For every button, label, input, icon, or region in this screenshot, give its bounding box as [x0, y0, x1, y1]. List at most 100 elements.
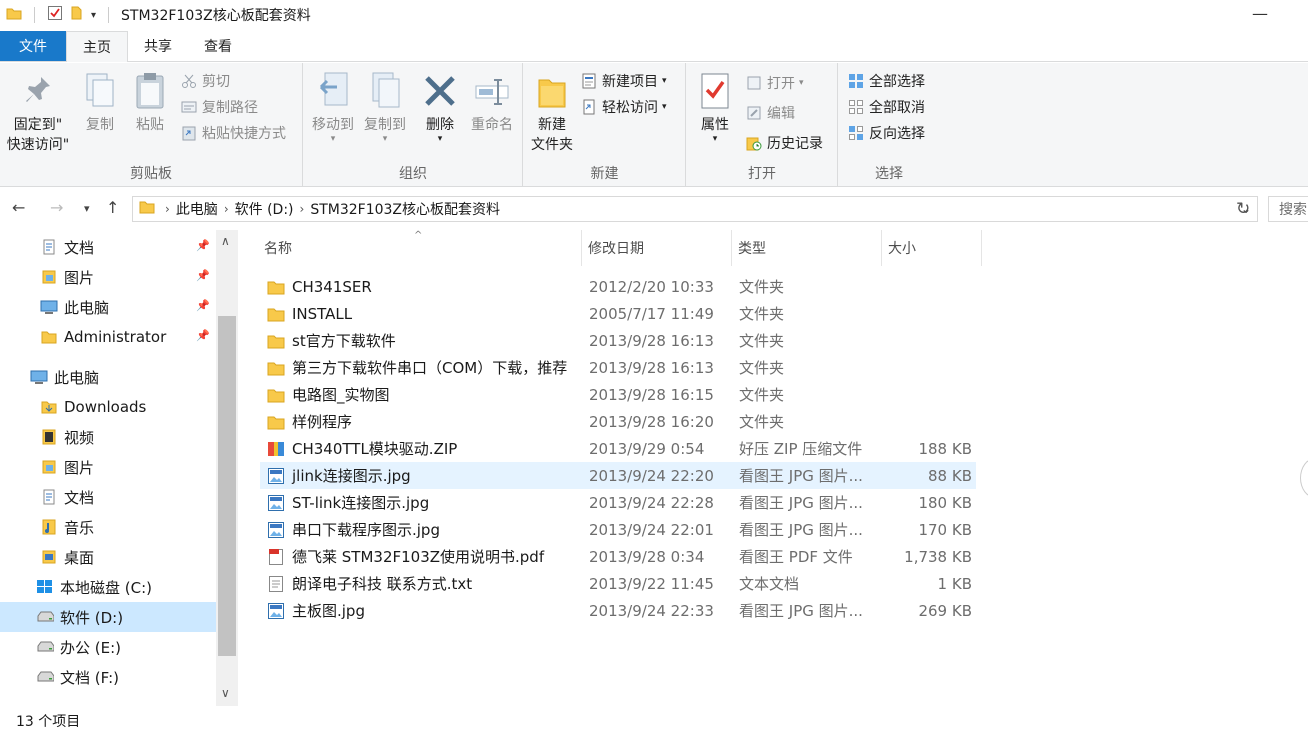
nav-item-downloads[interactable]: Downloads [0, 392, 216, 422]
scroll-down-icon[interactable]: ∨ [221, 686, 230, 700]
history-button[interactable]: 历史记录 [745, 131, 823, 155]
file-row[interactable]: jlink连接图示.jpg 2013/9/24 22:20 看图王 JPG 图片..… [260, 462, 976, 489]
refresh-icon[interactable]: ↻ [1236, 199, 1250, 219]
minimize-button[interactable]: — [1252, 4, 1268, 23]
pin-icon[interactable]: 📌 [196, 269, 210, 282]
select-none-button[interactable]: 全部取消 [847, 95, 925, 119]
column-header-size[interactable]: 大小 [882, 230, 982, 266]
nav-item-music[interactable]: 音乐 [0, 512, 216, 542]
nav-item-videos[interactable]: 视频 [0, 422, 216, 452]
copy-to-button[interactable]: 复制到 ▾ [360, 69, 410, 144]
breadcrumb-drive-d[interactable]: 软件 (D:) [235, 199, 294, 219]
nav-scrollbar[interactable]: ∧ ∨ [216, 230, 238, 706]
nav-item-this-pc-quick[interactable]: 此电脑 📌 [0, 292, 216, 322]
tab-home[interactable]: 主页 [66, 31, 128, 62]
column-header-name[interactable]: 名称 [258, 230, 582, 266]
paste-button[interactable]: 粘贴 [128, 69, 172, 135]
invert-selection-button[interactable]: 反向选择 [847, 121, 925, 145]
clipboard-group-label: 剪贴板 [130, 166, 172, 182]
file-list: ^ 名称 修改日期 类型 大小 CH341SER 2012/2/20 10:33 文… [238, 230, 1308, 706]
open-button[interactable]: 打开 ▾ [745, 71, 804, 95]
nav-item-documents[interactable]: 文档 [0, 482, 216, 512]
file-row[interactable]: 第三方下载软件串口（COM）下载，推荐 2013/9/28 16:13 文件夹 [260, 354, 976, 381]
paste-shortcut-button[interactable]: 粘贴快捷方式 [180, 121, 286, 145]
new-item-button[interactable]: 新建项目 ▾ [580, 69, 667, 93]
file-row[interactable]: 串口下载程序图示.jpg 2013/9/24 22:01 看图王 JPG 图片...… [260, 516, 976, 543]
new-folder-label: 新建 文件夹 [531, 117, 573, 153]
file-row[interactable]: 朗译电子科技 联系方式.txt 2013/9/22 11:45 文本文档 1 KB [260, 570, 976, 597]
tab-view[interactable]: 查看 [188, 31, 248, 61]
select-all-label: 全部选择 [869, 74, 925, 90]
properties-button[interactable]: 属性 ▾ [693, 69, 737, 144]
breadcrumb-current-folder[interactable]: STM32F103Z核心板配套资料 [310, 199, 500, 219]
tab-file[interactable]: 文件 [0, 31, 66, 61]
nav-item-drive-d[interactable]: 软件 (D:) [0, 602, 216, 632]
paste-label: 粘贴 [136, 117, 164, 133]
forward-arrow-icon[interactable]: → [50, 198, 63, 217]
move-to-button[interactable]: 移动到 ▾ [308, 69, 358, 144]
edit-icon [745, 104, 763, 122]
edit-button[interactable]: 编辑 [745, 101, 795, 125]
organize-group-label: 组织 [399, 166, 427, 182]
new-folder-button[interactable]: 新建 文件夹 [528, 69, 576, 155]
nav-item-drive-f[interactable]: 文档 (F:) [0, 662, 216, 692]
copy-to-label: 复制到 [364, 117, 406, 133]
nav-item-drive-c[interactable]: 本地磁盘 (C:) [0, 572, 216, 602]
column-header-date[interactable]: 修改日期 [582, 230, 732, 266]
file-row[interactable]: st官方下载软件 2013/9/28 16:13 文件夹 [260, 327, 976, 354]
tab-share[interactable]: 共享 [128, 31, 188, 61]
select-all-button[interactable]: 全部选择 [847, 69, 925, 93]
scroll-up-icon[interactable]: ∧ [221, 234, 230, 248]
nav-item-label: Downloads [64, 398, 147, 416]
breadcrumb-separator-icon[interactable]: › [300, 202, 305, 216]
breadcrumb-separator-icon[interactable]: › [224, 202, 229, 216]
file-name: 电路图_实物图 [292, 386, 390, 404]
column-header-type[interactable]: 类型 [732, 230, 882, 266]
file-row[interactable]: 样例程序 2013/9/28 16:20 文件夹 [260, 408, 976, 435]
scissors-icon [180, 72, 198, 90]
up-arrow-icon[interactable]: ↑ [106, 198, 119, 217]
delete-button[interactable]: 删除 ▾ [420, 69, 460, 144]
downloads-folder-icon [40, 398, 58, 416]
address-bar[interactable]: › 此电脑 › 软件 (D:) › STM32F103Z核心板配套资料 ⌄ [132, 196, 1258, 222]
file-size: 180 KB [918, 493, 972, 512]
pin-icon[interactable]: 📌 [196, 329, 210, 342]
pin-icon[interactable]: 📌 [196, 299, 210, 312]
file-row[interactable]: 德飞莱 STM32F103Z使用说明书.pdf 2013/9/28 0:34 看图王… [260, 543, 976, 570]
breadcrumb-separator-icon[interactable]: › [165, 202, 170, 216]
nav-item-pictures-quick[interactable]: 图片 📌 [0, 262, 216, 292]
nav-item-administrator[interactable]: Administrator 📌 [0, 322, 216, 352]
nav-item-pictures[interactable]: 图片 [0, 452, 216, 482]
delete-dropdown-icon: ▾ [437, 134, 443, 144]
breadcrumb-this-pc[interactable]: 此电脑 [176, 199, 218, 219]
new-folder-quick-icon[interactable] [69, 5, 85, 25]
file-type: 文件夹 [739, 305, 785, 323]
pin-icon[interactable]: 📌 [196, 239, 210, 252]
customize-dropdown-icon[interactable]: ▾ [91, 10, 96, 21]
recent-locations-icon[interactable]: ▾ [84, 202, 90, 215]
file-row[interactable]: 主板图.jpg 2013/9/24 22:33 看图王 JPG 图片... 269 K… [260, 597, 976, 624]
pin-quick-access-button[interactable]: 固定到" 快速访问" [4, 69, 72, 155]
nav-item-desktop[interactable]: 桌面 [0, 542, 216, 572]
file-row[interactable]: 电路图_实物图 2013/9/28 16:15 文件夹 [260, 381, 976, 408]
file-size: 88 KB [928, 466, 972, 485]
properties-quick-icon[interactable] [47, 5, 63, 25]
copy-path-button[interactable]: 复制路径 [180, 95, 258, 119]
search-box[interactable]: 搜索 [1268, 196, 1308, 222]
rename-button[interactable]: 重命名 [466, 69, 518, 135]
scrollbar-thumb[interactable] [218, 316, 236, 656]
file-row[interactable]: ST-link连接图示.jpg 2013/9/24 22:28 看图王 JPG 图片… [260, 489, 976, 516]
pictures-folder-icon [40, 268, 58, 286]
cut-button[interactable]: 剪切 [180, 69, 230, 93]
back-arrow-icon[interactable]: ← [12, 198, 25, 217]
file-row[interactable]: CH341SER 2012/2/20 10:33 文件夹 [260, 273, 976, 300]
nav-item-documents-quick[interactable]: 文档 📌 [0, 232, 216, 262]
nav-item-drive-e[interactable]: 办公 (E:) [0, 632, 216, 662]
file-date: 2013/9/28 0:34 [589, 547, 705, 566]
nav-item-this-pc[interactable]: 此电脑 [0, 362, 216, 392]
copy-button[interactable]: 复制 [78, 69, 122, 135]
image-file-icon [266, 601, 286, 621]
easy-access-button[interactable]: 轻松访问 ▾ [580, 95, 667, 119]
file-row[interactable]: CH340TTL模块驱动.ZIP 2013/9/29 0:54 好压 ZIP 压缩文… [260, 435, 976, 462]
file-row[interactable]: INSTALL 2005/7/17 11:49 文件夹 [260, 300, 976, 327]
